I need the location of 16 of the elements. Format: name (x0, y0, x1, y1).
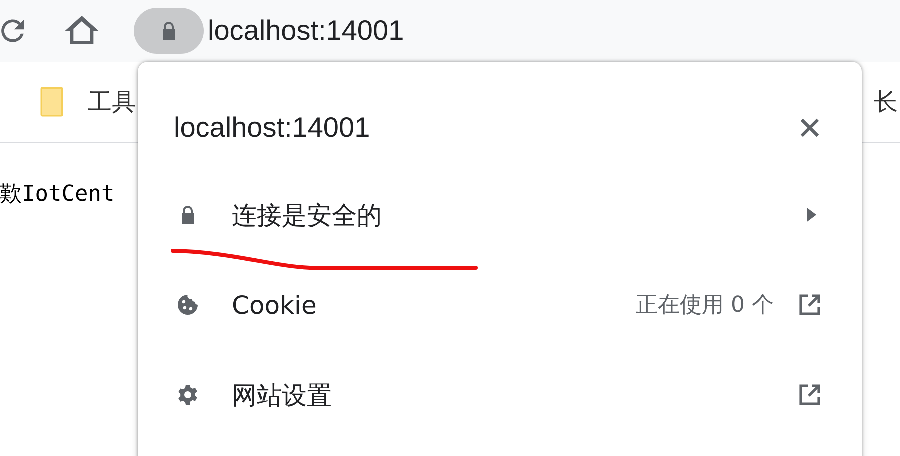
cookie-count: 正在使用 0 个 (636, 292, 774, 320)
cookie-icon (176, 293, 200, 317)
external-link-icon (798, 293, 822, 317)
external-link-icon (798, 383, 822, 407)
address-text[interactable]: localhost:14001 (208, 15, 404, 47)
site-info-button[interactable] (134, 8, 204, 54)
popup-menu-item[interactable]: 连接是安全的 (138, 170, 862, 260)
bookmark-item[interactable]: 长 (874, 86, 898, 118)
popup-menu-item[interactable]: 网站设置 (138, 350, 862, 440)
settings-icon (176, 383, 200, 407)
popup-menu-item[interactable]: Cookie 正在使用 0 个 (138, 260, 862, 350)
bookmark-item[interactable]: 工具 (88, 86, 136, 118)
close-icon[interactable] (798, 116, 822, 140)
arrow-right-icon (806, 207, 818, 223)
page-text: 歎IotCent (0, 182, 115, 207)
popup-title: localhost:14001 (174, 112, 370, 144)
